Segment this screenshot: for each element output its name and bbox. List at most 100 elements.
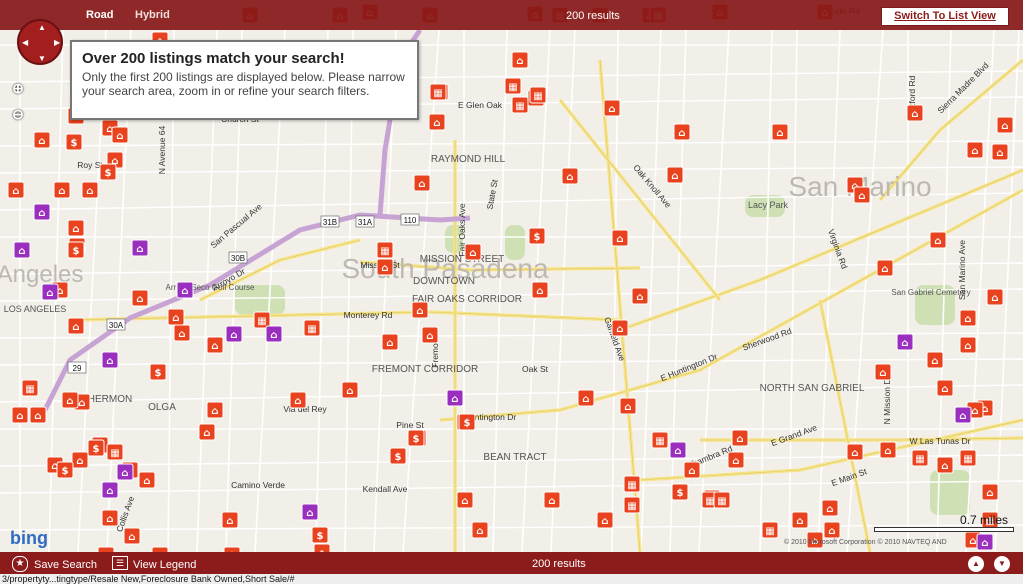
house-listing-marker[interactable]: ⌂ [936, 379, 954, 397]
house-listing-marker[interactable]: ⌂ [206, 401, 224, 419]
foreclosure-listing-marker[interactable]: $ [389, 447, 407, 465]
house-listing-marker[interactable]: ⌂ [906, 104, 924, 122]
building-listing-marker[interactable]: ▦ [376, 241, 394, 259]
house-listing-marker[interactable]: ⌂ [823, 521, 841, 539]
house-listing-marker[interactable]: ⌂ [131, 289, 149, 307]
house-listing-marker[interactable]: ⌂ [959, 336, 977, 354]
house-listing-marker[interactable]: ⌂ [138, 471, 156, 489]
house-listing-marker[interactable]: ⌂ [991, 143, 1009, 161]
house-listing-marker[interactable]: ⌂ [966, 141, 984, 159]
foreclosure-listing-marker[interactable]: $ [407, 429, 425, 447]
condo-listing-marker[interactable]: ⌂ [265, 325, 283, 343]
pan-left-icon[interactable]: ◀ [22, 38, 28, 47]
building-listing-marker[interactable]: ▦ [959, 449, 977, 467]
condo-listing-marker[interactable]: ⌂ [176, 281, 194, 299]
house-listing-marker[interactable]: ⌂ [846, 443, 864, 461]
scroll-up-icon[interactable]: ▲ [968, 556, 984, 572]
star-icon[interactable]: ★ [12, 556, 28, 572]
tab-hybrid[interactable]: Hybrid [135, 9, 170, 21]
house-listing-marker[interactable]: ⌂ [11, 406, 29, 424]
house-listing-marker[interactable]: ⌂ [611, 229, 629, 247]
house-listing-marker[interactable]: ⌂ [531, 281, 549, 299]
pan-right-icon[interactable]: ▶ [54, 38, 60, 47]
tab-road[interactable]: Road [86, 9, 114, 21]
view-legend-button[interactable]: View Legend [133, 559, 196, 571]
pan-up-icon[interactable]: ▲ [38, 23, 46, 32]
house-listing-marker[interactable]: ⌂ [561, 167, 579, 185]
house-listing-marker[interactable]: ⌂ [853, 186, 871, 204]
foreclosure-listing-marker[interactable]: $ [67, 241, 85, 259]
house-listing-marker[interactable]: ⌂ [986, 288, 1004, 306]
condo-listing-marker[interactable]: ⌂ [896, 333, 914, 351]
condo-listing-marker[interactable]: ⌂ [669, 441, 687, 459]
building-listing-marker[interactable]: ▦ [761, 521, 779, 539]
house-listing-marker[interactable]: ⌂ [929, 231, 947, 249]
building-listing-marker[interactable]: ▦ [529, 86, 547, 104]
house-listing-marker[interactable]: ⌂ [421, 326, 439, 344]
house-listing-marker[interactable]: ⌂ [543, 491, 561, 509]
building-listing-marker[interactable]: ▦ [21, 379, 39, 397]
house-listing-marker[interactable]: ⌂ [67, 317, 85, 335]
building-listing-marker[interactable]: ▦ [511, 96, 529, 114]
building-listing-marker[interactable]: ▦ [504, 77, 522, 95]
house-listing-marker[interactable]: ⌂ [428, 113, 446, 131]
condo-listing-marker[interactable]: ⌂ [976, 533, 994, 551]
pan-down-icon[interactable]: ▼ [38, 54, 46, 63]
foreclosure-listing-marker[interactable]: $ [528, 227, 546, 245]
house-listing-marker[interactable]: ⌂ [413, 174, 431, 192]
house-listing-marker[interactable]: ⌂ [596, 511, 614, 529]
house-listing-marker[interactable]: ⌂ [341, 381, 359, 399]
house-listing-marker[interactable]: ⌂ [206, 336, 224, 354]
house-listing-marker[interactable]: ⌂ [673, 123, 691, 141]
house-listing-marker[interactable]: ⌂ [511, 51, 529, 69]
foreclosure-listing-marker[interactable]: $ [65, 133, 83, 151]
house-listing-marker[interactable]: ⌂ [631, 287, 649, 305]
house-listing-marker[interactable]: ⌂ [81, 181, 99, 199]
condo-listing-marker[interactable]: ⌂ [446, 389, 464, 407]
foreclosure-listing-marker[interactable]: $ [56, 461, 74, 479]
condo-listing-marker[interactable]: ⌂ [101, 351, 119, 369]
condo-listing-marker[interactable]: ⌂ [131, 239, 149, 257]
house-listing-marker[interactable]: ⌂ [821, 499, 839, 517]
foreclosure-listing-marker[interactable]: $ [311, 526, 329, 544]
building-listing-marker[interactable]: ▦ [623, 475, 641, 493]
save-search-button[interactable]: Save Search [34, 559, 97, 571]
house-listing-marker[interactable]: ⌂ [289, 391, 307, 409]
house-listing-marker[interactable]: ⌂ [981, 483, 999, 501]
building-listing-marker[interactable]: ▦ [651, 431, 669, 449]
house-listing-marker[interactable]: ⌂ [464, 243, 482, 261]
foreclosure-listing-marker[interactable]: $ [671, 483, 689, 501]
condo-listing-marker[interactable]: ⌂ [954, 406, 972, 424]
zoom-in-icon[interactable]: ⊕ [10, 80, 26, 96]
foreclosure-listing-marker[interactable]: $ [87, 439, 105, 457]
pan-control[interactable]: ▲ ▼ ◀ ▶ [17, 19, 63, 65]
foreclosure-listing-marker[interactable]: $ [458, 413, 476, 431]
house-listing-marker[interactable]: ⌂ [959, 309, 977, 327]
house-listing-marker[interactable]: ⌂ [67, 219, 85, 237]
house-listing-marker[interactable]: ⌂ [376, 258, 394, 276]
house-listing-marker[interactable]: ⌂ [771, 123, 789, 141]
house-listing-marker[interactable]: ⌂ [29, 406, 47, 424]
house-listing-marker[interactable]: ⌂ [123, 527, 141, 545]
house-listing-marker[interactable]: ⌂ [619, 397, 637, 415]
condo-listing-marker[interactable]: ⌂ [101, 481, 119, 499]
house-listing-marker[interactable]: ⌂ [53, 181, 71, 199]
condo-listing-marker[interactable]: ⌂ [41, 283, 59, 301]
house-listing-marker[interactable]: ⌂ [666, 166, 684, 184]
building-listing-marker[interactable]: ▦ [713, 491, 731, 509]
building-listing-marker[interactable]: ▦ [429, 83, 447, 101]
building-listing-marker[interactable]: ▦ [106, 443, 124, 461]
house-listing-marker[interactable]: ⌂ [926, 351, 944, 369]
house-listing-marker[interactable]: ⌂ [101, 509, 119, 527]
house-listing-marker[interactable]: ⌂ [71, 451, 89, 469]
house-listing-marker[interactable]: ⌂ [936, 456, 954, 474]
house-listing-marker[interactable]: ⌂ [111, 126, 129, 144]
house-listing-marker[interactable]: ⌂ [876, 259, 894, 277]
house-listing-marker[interactable]: ⌂ [167, 308, 185, 326]
house-listing-marker[interactable]: ⌂ [411, 301, 429, 319]
house-listing-marker[interactable]: ⌂ [603, 99, 621, 117]
house-listing-marker[interactable]: ⌂ [33, 131, 51, 149]
building-listing-marker[interactable]: ▦ [303, 319, 321, 337]
condo-listing-marker[interactable]: ⌂ [13, 241, 31, 259]
condo-listing-marker[interactable]: ⌂ [301, 503, 319, 521]
